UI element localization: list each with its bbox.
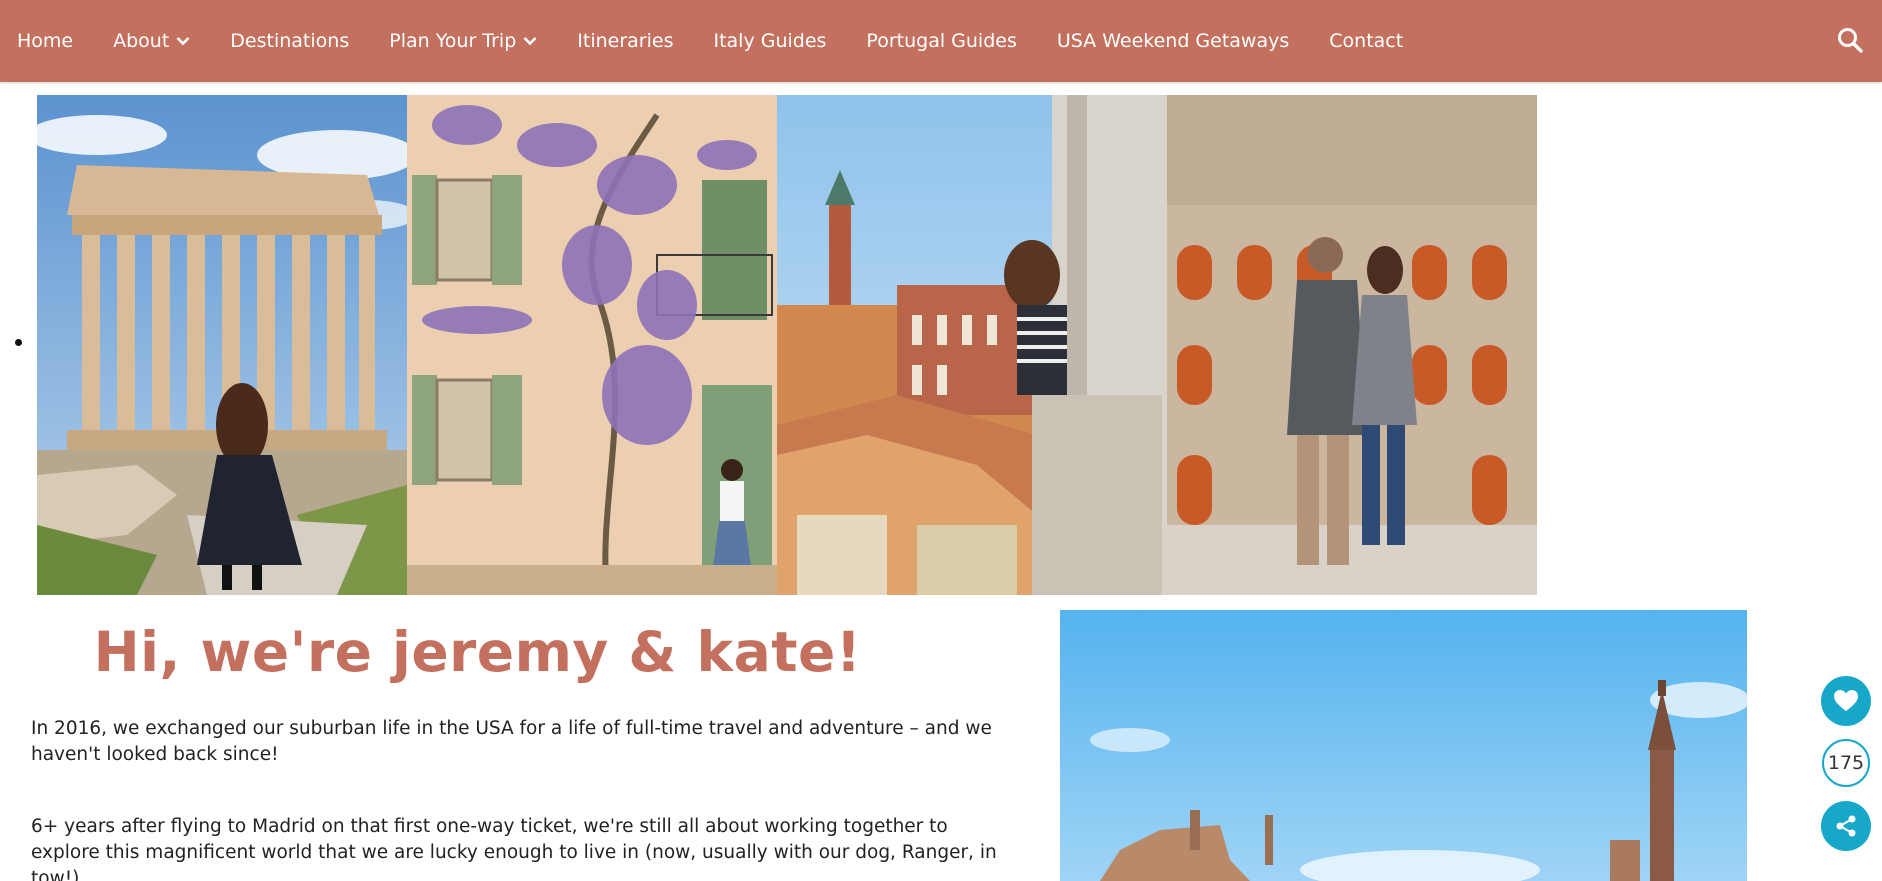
nav-label: Itineraries [577, 30, 674, 52]
nav-item-portugal-guides[interactable]: Portugal Guides [866, 30, 1016, 52]
intro-title: Hi, we're jeremy & kate! [93, 620, 862, 684]
search-icon[interactable] [1836, 26, 1864, 54]
venice-rooftops-photo [777, 95, 1167, 595]
nav-label: Home [17, 30, 74, 52]
chevron-down-icon [176, 37, 190, 46]
nav-item-about[interactable]: About [113, 30, 190, 52]
hero-photo-collage [37, 95, 1537, 595]
intro-paragraph: 6+ years after flying to Madrid on that … [31, 816, 997, 881]
nav-label: USA Weekend Getaways [1056, 30, 1290, 52]
share-icon [1836, 815, 1856, 837]
heart-icon [1834, 690, 1858, 711]
nav-item-contact[interactable]: Contact [1329, 30, 1403, 52]
top-navigation: Home About Destinations Plan Your Trip I… [0, 0, 1882, 82]
favorite-button[interactable] [1821, 676, 1871, 726]
colosseum-couple-photo [1167, 95, 1537, 595]
nav-label: Italy Guides [713, 30, 827, 52]
nav-item-italy-guides[interactable]: Italy Guides [713, 30, 826, 52]
plaza-de-espana-photo [1060, 610, 1747, 881]
nav-item-itineraries[interactable]: Itineraries [577, 30, 673, 52]
nav-label: Destinations [230, 30, 350, 52]
nav-label: About [113, 30, 170, 52]
nav-menu: Home About Destinations Plan Your Trip I… [17, 0, 1443, 82]
nav-item-usa-weekend-getaways[interactable]: USA Weekend Getaways [1057, 30, 1289, 52]
nav-item-plan-your-trip[interactable]: Plan Your Trip [389, 30, 537, 52]
acropolis-photo [37, 95, 407, 595]
share-button[interactable] [1821, 801, 1871, 851]
nav-label: Contact [1329, 30, 1404, 52]
nav-label: Plan Your Trip [389, 30, 517, 52]
intro-paragraph: In 2016, we exchanged our suburban life … [31, 718, 992, 765]
wisteria-house-photo [407, 95, 777, 595]
nav-item-home[interactable]: Home [17, 30, 73, 52]
nav-item-destinations[interactable]: Destinations [230, 30, 349, 52]
chevron-down-icon [523, 37, 537, 46]
share-count: 175 [1822, 739, 1870, 787]
list-bullet [15, 339, 22, 346]
nav-label: Portugal Guides [866, 30, 1017, 52]
